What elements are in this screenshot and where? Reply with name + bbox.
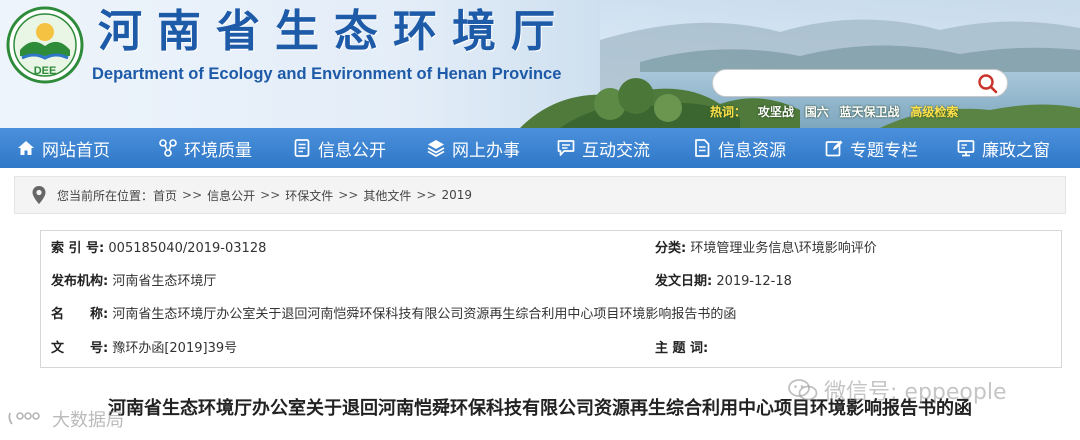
home-icon: [18, 141, 34, 155]
breadcrumb-env-documents[interactable]: 环保文件: [285, 187, 333, 204]
info-subject-words: 主 题 词:: [655, 339, 708, 359]
watermark-logo-icon: [8, 412, 40, 425]
hot-word-link[interactable]: 蓝天保卫战: [840, 105, 900, 119]
location-pin-icon: [32, 186, 46, 204]
breadcrumb-info-disclosure[interactable]: 信息公开: [207, 187, 255, 204]
breadcrumb: 您当前所在位置： 首页 >> 信息公开 >> 环保文件 >> 其他文件 >> 2…: [14, 176, 1066, 214]
nav-item-home[interactable]: 网站首页: [16, 128, 110, 168]
info-index: 索 引 号: 005185040/2019-03128: [51, 239, 266, 259]
document-icon: [294, 139, 310, 157]
breadcrumb-separator: >>: [416, 188, 437, 202]
info-label: 分类:: [655, 241, 687, 256]
nav-item-label: 网上办事: [452, 140, 520, 161]
document-info-table: 索 引 号: 005185040/2019-03128 分类: 环境管理业务信息…: [40, 230, 1062, 368]
info-label: 名 称:: [51, 307, 109, 322]
breadcrumb-prefix: 您当前所在位置：: [57, 188, 154, 203]
search-icon[interactable]: [977, 73, 999, 95]
nav-item-label: 信息资源: [718, 140, 786, 161]
info-value: 豫环办函[2019]39号: [112, 341, 238, 356]
advanced-search-link[interactable]: 高级检索: [910, 105, 958, 119]
info-label: 主 题 词:: [655, 341, 709, 356]
layers-icon: [427, 140, 445, 157]
site-subtitle: Department of Ecology and Environment of…: [92, 65, 562, 83]
hot-word-link[interactable]: 攻坚战: [758, 105, 794, 119]
site-header: DEE 河南省生态环境厅 Department of Ecology and E…: [0, 0, 1080, 128]
breadcrumb-separator: >>: [338, 188, 359, 202]
breadcrumb-separator: >>: [260, 188, 281, 202]
chat-icon: [557, 140, 575, 156]
wechat-watermark-text: 微信号: eppeople: [824, 380, 1007, 405]
svg-text:DEE: DEE: [34, 65, 57, 77]
nav-item-label: 信息公开: [318, 140, 386, 161]
breadcrumb-home[interactable]: 首页: [153, 187, 177, 204]
info-label: 发布机构:: [51, 274, 109, 289]
monitor-icon: [957, 140, 975, 157]
hot-words: 热词： 攻坚战 国六 蓝天保卫战 高级检索: [710, 104, 958, 120]
search-input[interactable]: [727, 73, 967, 93]
nav-item-environment-quality[interactable]: 环境质量: [158, 128, 252, 168]
nav-item-label: 互动交流: [582, 140, 650, 161]
site-title: 河南省生态环境厅: [98, 6, 570, 57]
breadcrumb-other-documents[interactable]: 其他文件: [363, 187, 411, 204]
hot-words-label: 热词：: [710, 105, 747, 119]
dee-logo[interactable]: DEE: [6, 6, 84, 84]
hot-word-link[interactable]: 国六: [805, 105, 829, 119]
nav-item-interaction[interactable]: 互动交流: [556, 128, 650, 168]
edit-icon: [825, 140, 843, 157]
nav-item-online-services[interactable]: 网上办事: [426, 128, 520, 168]
info-value: 河南省生态环境厅: [112, 274, 217, 289]
info-name: 名 称: 河南省生态环境厅办公室关于退回河南恺舜环保科技有限公司资源再生综合利用…: [51, 305, 736, 325]
main-nav: 网站首页 环境质量 信息公开 网上办事 互动交流 信息资源 专题专栏 廉政之窗: [0, 128, 1080, 168]
info-value: 环境管理业务信息\环境影响评价: [690, 241, 877, 256]
nav-item-label: 廉政之窗: [982, 140, 1050, 161]
nav-item-special-topics[interactable]: 专题专栏: [824, 128, 918, 168]
bigdata-watermark: 大数据局: [6, 406, 124, 432]
nav-item-info-resources[interactable]: 信息资源: [692, 128, 786, 168]
bigdata-watermark-text: 大数据局: [52, 410, 124, 431]
info-label: 文 号:: [51, 341, 109, 356]
info-label: 发文日期:: [655, 274, 713, 289]
search-box: [712, 69, 1008, 97]
info-date: 发文日期: 2019-12-18: [655, 272, 792, 292]
info-value: 005185040/2019-03128: [108, 241, 267, 256]
nav-item-integrity-window[interactable]: 廉政之窗: [956, 128, 1050, 168]
nav-item-label: 专题专栏: [850, 140, 918, 161]
info-value: 2019-12-18: [716, 274, 792, 289]
file-icon: [695, 139, 710, 157]
breadcrumb-year[interactable]: 2019: [442, 188, 473, 202]
wechat-watermark: 微信号: eppeople: [788, 374, 1006, 406]
network-icon: [159, 139, 177, 157]
breadcrumb-separator: >>: [182, 188, 203, 202]
nav-item-label: 环境质量: [184, 140, 252, 161]
info-label: 索 引 号:: [51, 241, 105, 256]
info-issuer: 发布机构: 河南省生态环境厅: [51, 272, 216, 292]
info-category: 分类: 环境管理业务信息\环境影响评价: [655, 239, 877, 259]
nav-item-label: 网站首页: [42, 140, 110, 161]
info-value: 河南省生态环境厅办公室关于退回河南恺舜环保科技有限公司资源再生综合利用中心项目环…: [112, 307, 737, 322]
nav-item-info-disclosure[interactable]: 信息公开: [292, 128, 386, 168]
wechat-icon: [788, 379, 818, 401]
info-doc-number: 文 号: 豫环办函[2019]39号: [51, 339, 237, 359]
